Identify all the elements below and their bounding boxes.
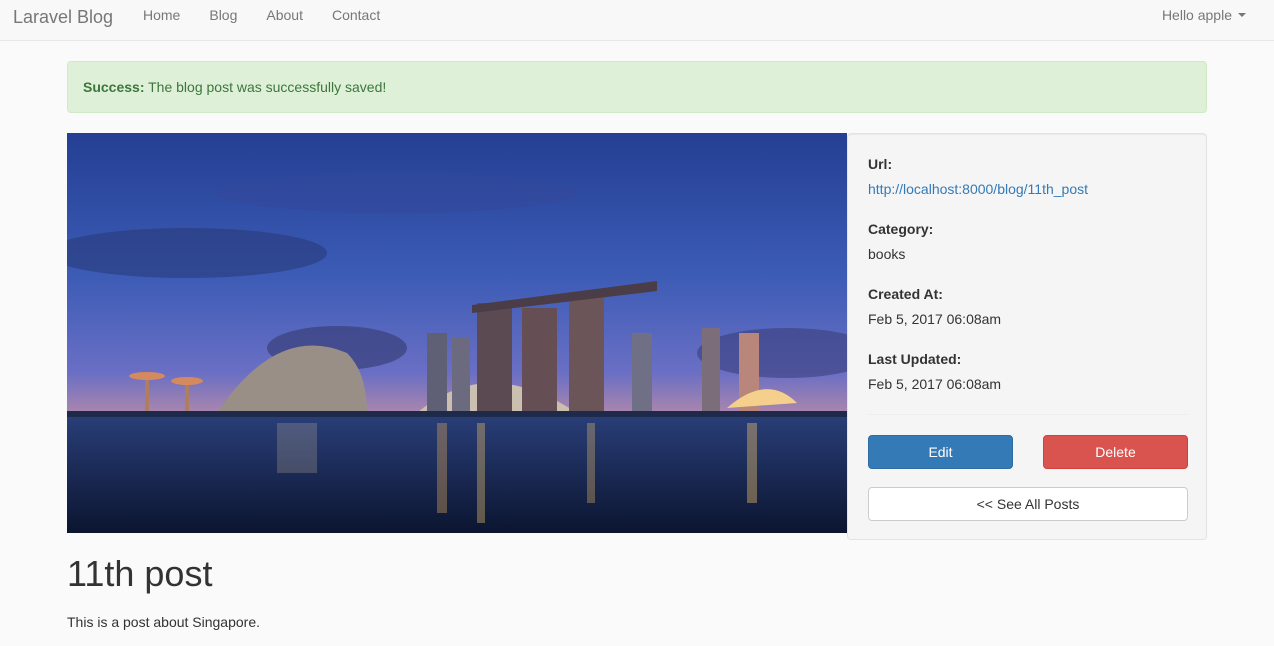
- url-group: Url: http://localhost:8000/blog/11th_pos…: [868, 154, 1088, 199]
- updated-value: Feb 5, 2017 06:08am: [868, 376, 1002, 392]
- navbar: Laravel Blog Home Blog About Contact Hel…: [0, 0, 1274, 41]
- alert-message: The blog post was successfully saved!: [148, 79, 387, 95]
- url-label: Url:: [868, 156, 893, 172]
- user-menu-label: Hello apple: [1161, 7, 1232, 23]
- divider: [868, 414, 1188, 415]
- post-body: This is a post about Singapore.: [67, 614, 261, 630]
- post-url-link[interactable]: http://localhost:8000/blog/11th_post: [868, 181, 1088, 197]
- success-alert: Success: The blog post was successfully …: [67, 61, 1207, 113]
- updated-group: Last Updated: Feb 5, 2017 06:08am: [868, 349, 1001, 394]
- category-label: Category:: [868, 221, 934, 237]
- nav-link-blog[interactable]: Blog: [209, 0, 237, 41]
- skyline-image: [67, 133, 847, 533]
- nav-link-about[interactable]: About: [266, 0, 303, 41]
- category-group: Category: books: [868, 219, 933, 264]
- category-value: books: [868, 246, 906, 262]
- post-title: 11th post: [67, 553, 213, 594]
- delete-button[interactable]: Delete: [1043, 435, 1188, 469]
- nav-link-contact[interactable]: Contact: [332, 0, 380, 41]
- brand-logo[interactable]: Laravel Blog: [13, 5, 113, 27]
- nav-links: Home Blog About Contact: [143, 0, 409, 41]
- created-group: Created At: Feb 5, 2017 06:08am: [868, 284, 1001, 329]
- caret-down-icon: [1238, 13, 1246, 17]
- alert-label: Success:: [83, 79, 145, 95]
- post-image: [67, 133, 847, 533]
- post-details-panel: Url: http://localhost:8000/blog/11th_pos…: [847, 133, 1207, 540]
- nav-link-home[interactable]: Home: [143, 0, 180, 41]
- updated-label: Last Updated:: [868, 351, 962, 367]
- created-value: Feb 5, 2017 06:08am: [868, 311, 1002, 327]
- user-menu-dropdown[interactable]: Hello apple: [1162, 0, 1246, 30]
- edit-button[interactable]: Edit: [868, 435, 1013, 469]
- see-all-posts-button[interactable]: << See All Posts: [868, 487, 1188, 521]
- created-label: Created At:: [868, 286, 943, 302]
